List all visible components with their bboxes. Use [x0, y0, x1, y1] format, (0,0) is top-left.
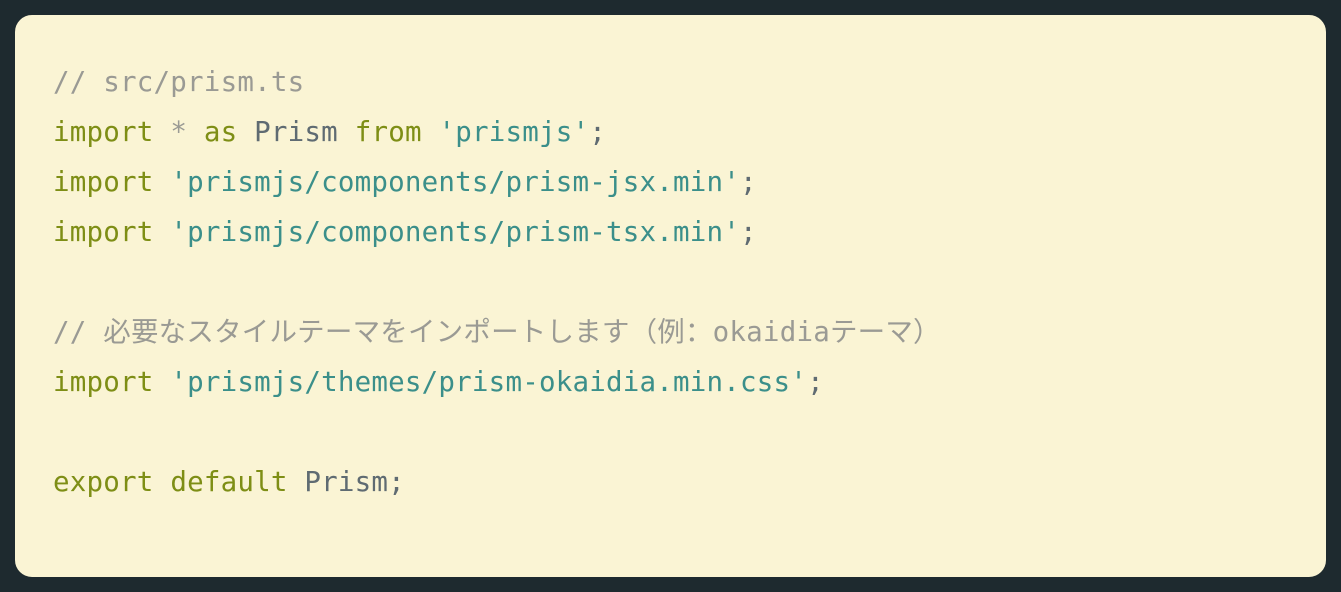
- code-keyword-import: import: [53, 366, 154, 398]
- code-identifier: Prism: [254, 116, 338, 148]
- code-string: 'prismjs/themes/prism-okaidia.min.css': [170, 366, 807, 398]
- code-keyword-export: export: [53, 466, 154, 498]
- code-keyword-from: from: [355, 116, 422, 148]
- code-punct: ;: [740, 216, 757, 248]
- code-keyword-import: import: [53, 216, 154, 248]
- code-keyword-as: as: [204, 116, 238, 148]
- code-keyword-import: import: [53, 166, 154, 198]
- code-keyword-import: import: [53, 116, 154, 148]
- code-keyword-default: default: [170, 466, 287, 498]
- code-punct: ;: [740, 166, 757, 198]
- code-comment: // 必要なスタイルテーマをインポートします（例：okaidiaテーマ）: [53, 316, 941, 348]
- code-punct: ;: [388, 466, 405, 498]
- code-punct: ;: [589, 116, 606, 148]
- code-string: 'prismjs': [438, 116, 589, 148]
- code-block: // src/prism.ts import * as Prism from '…: [14, 14, 1327, 578]
- code-operator-star: *: [170, 116, 187, 148]
- code-string: 'prismjs/components/prism-tsx.min': [170, 216, 740, 248]
- code-comment: // src/prism.ts: [53, 66, 304, 98]
- code-punct: ;: [807, 366, 824, 398]
- code-string: 'prismjs/components/prism-jsx.min': [170, 166, 740, 198]
- code-identifier: Prism: [304, 466, 388, 498]
- code-content: // src/prism.ts import * as Prism from '…: [53, 57, 1288, 507]
